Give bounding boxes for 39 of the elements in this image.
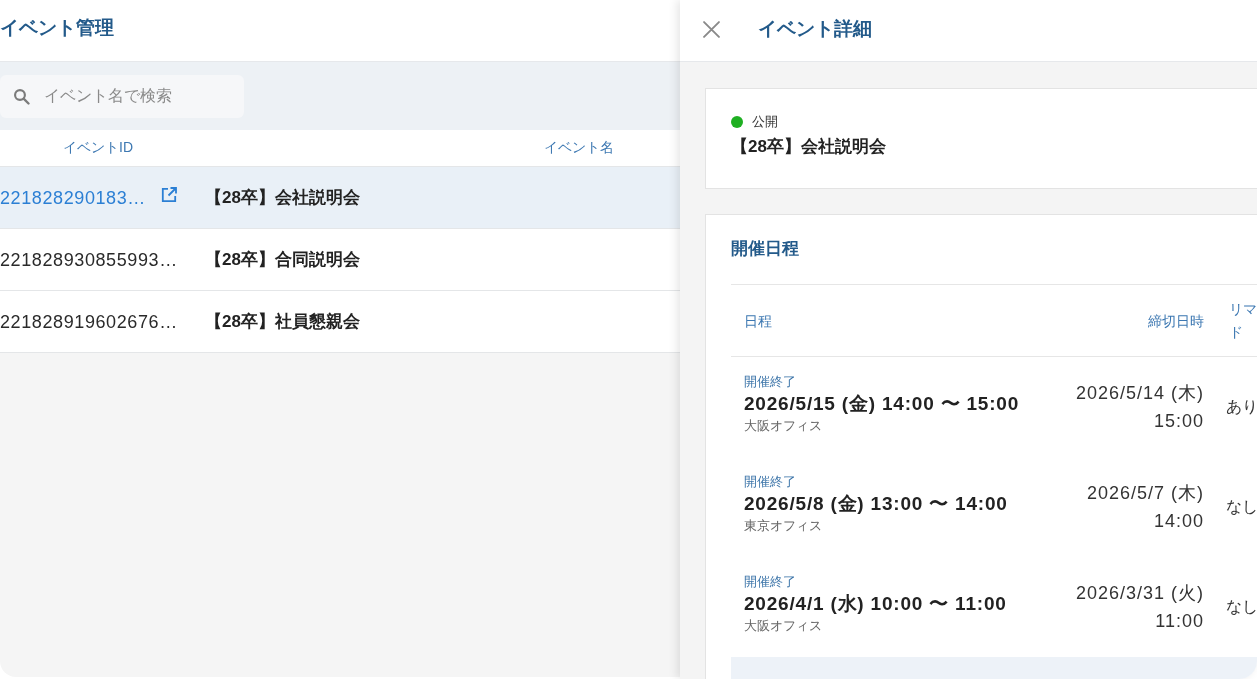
schedule-row[interactable]: 開催終了 2026/5/15 (金) 14:00 〜 15:00 大阪オフィス 2026/5/14 (木) 15:00 あり [731,357,1257,457]
search-field[interactable]: イベント名で検索 [0,74,244,118]
event-id-link[interactable]: 221828290183… [0,185,146,210]
schedule-location: 東京オフィス [744,517,822,535]
schedule-status: 開催終了 [744,573,796,591]
deadline-datetime: 2026/5/14 (木) 15:00 [1074,382,1204,433]
panel-title: イベント詳細 [758,16,872,41]
event-title: 【28卒】会社説明会 [731,136,886,158]
table-row[interactable]: 221828290183… 【28卒】会社説明会 [0,167,680,229]
deadline-datetime: 2026/5/7 (木) 14:00 [1085,482,1204,533]
close-icon [703,21,720,38]
reminder-value: なし [1226,597,1257,615]
page-title: イベント管理 [0,15,114,40]
external-link-icon[interactable] [160,186,177,203]
deadline-datetime: 2026/3/31 (火) 11:00 [1074,582,1204,633]
schedule-location: 大阪オフィス [744,417,822,435]
event-name: 【28卒】会社説明会 [205,187,360,209]
column-header: イベント名 [544,139,614,157]
search-icon [14,88,30,105]
reminder-value: なし [1226,497,1257,515]
schedule-status: 開催終了 [744,473,796,491]
schedule-row[interactable]: 開催終了 2026/5/8 (金) 13:00 〜 14:00 東京オフィス 2026/5/7 (木) 14:00 なし [731,457,1257,557]
schedule-datetime: 2026/4/1 (水) 10:00 〜 11:00 [744,592,1007,616]
reminder-value: あり [1226,397,1257,415]
column-header: リマド [1229,300,1257,342]
schedule-row[interactable]: 開催終了 2026/4/1 (水) 10:00 〜 11:00 大阪オフィス 2026/3/31 (火) 11:00 なし [731,557,1257,657]
column-header: イベントID [63,139,133,157]
column-header: 日程 [744,311,772,331]
event-id: 221828919602676… [0,310,178,334]
event-name: 【28卒】合同説明会 [205,249,360,271]
status-label: 公開 [752,113,778,131]
schedule-datetime: 2026/5/15 (金) 14:00 〜 15:00 [744,392,1020,416]
event-name: 【28卒】社員懇親会 [205,311,360,333]
schedule-status: 開催終了 [744,373,796,391]
column-header: 締切日時 [1148,311,1204,331]
section-title: 開催日程 [731,238,799,260]
schedule-location: 大阪オフィス [744,617,822,635]
schedule-datetime: 2026/5/8 (金) 13:00 〜 14:00 [744,492,1008,516]
event-id: 221828930855993… [0,248,178,272]
